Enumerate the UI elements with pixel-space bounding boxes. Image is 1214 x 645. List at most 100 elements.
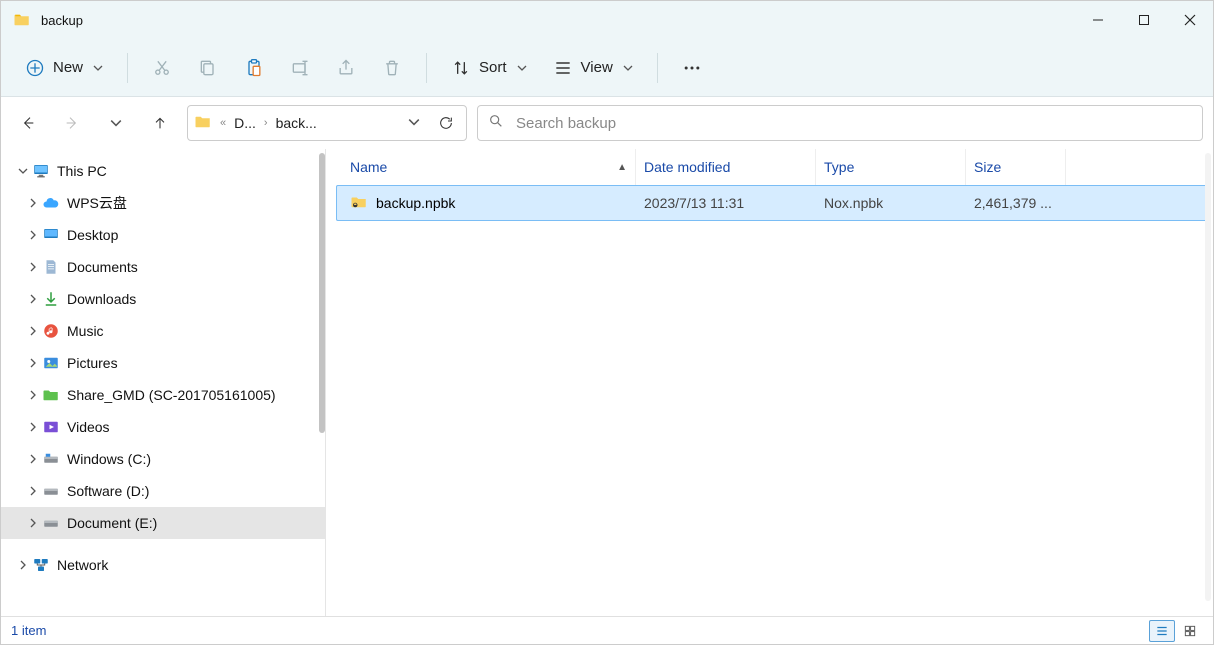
search-icon <box>488 113 504 134</box>
drive-icon <box>41 513 61 533</box>
chevron-right-icon: › <box>262 117 270 129</box>
network-icon <box>31 555 51 575</box>
forward-button[interactable] <box>55 106 89 140</box>
tree-label: Share_GMD (SC-201705161005) <box>67 387 276 403</box>
column-header-size[interactable]: Size <box>966 149 1066 185</box>
cut-button[interactable] <box>142 49 182 87</box>
expand-icon[interactable] <box>25 422 41 432</box>
vertical-scrollbar[interactable] <box>1205 153 1211 601</box>
cloud-icon <box>41 193 61 213</box>
tree-item-music[interactable]: Music <box>1 315 325 347</box>
search-input[interactable] <box>514 114 1192 133</box>
copy-button[interactable] <box>188 49 228 87</box>
tree-item-downloads[interactable]: Downloads <box>1 283 325 315</box>
tree-label: Music <box>67 323 104 339</box>
tree-label: Document (E:) <box>67 515 157 531</box>
tree-label: Downloads <box>67 291 136 307</box>
expand-icon[interactable] <box>25 454 41 464</box>
tree-label: Software (D:) <box>67 483 149 499</box>
toolbar: New Sort View <box>1 39 1213 97</box>
search-box[interactable] <box>477 105 1203 141</box>
picture-icon <box>41 353 61 373</box>
tree-item-drive-e[interactable]: Document (E:) <box>1 507 325 539</box>
file-type: Nox.npbk <box>816 195 966 211</box>
paste-button[interactable] <box>234 49 274 87</box>
tree-item-share[interactable]: Share_GMD (SC-201705161005) <box>1 379 325 411</box>
item-count: 1 item <box>11 623 46 638</box>
delete-button[interactable] <box>372 49 412 87</box>
share-button[interactable] <box>326 49 366 87</box>
document-icon <box>41 257 61 277</box>
thumbnails-view-button[interactable] <box>1177 620 1203 642</box>
navigation-bar: « D... › back... <box>1 97 1213 149</box>
tree-label: Documents <box>67 259 138 275</box>
column-header-date[interactable]: Date modified <box>636 149 816 185</box>
address-bar[interactable]: « D... › back... <box>187 105 467 141</box>
address-dropdown[interactable] <box>402 115 426 131</box>
video-icon <box>41 417 61 437</box>
expand-icon[interactable] <box>25 326 41 336</box>
chevron-down-icon <box>517 63 527 73</box>
sort-indicator-icon: ▲ <box>617 162 627 173</box>
breadcrumb-segment[interactable]: back... <box>276 115 317 131</box>
tree-item-documents[interactable]: Documents <box>1 251 325 283</box>
toolbar-divider <box>426 53 427 83</box>
tree-item-pictures[interactable]: Pictures <box>1 347 325 379</box>
expand-icon[interactable] <box>25 230 41 240</box>
minimize-button[interactable] <box>1075 1 1121 39</box>
tree-item-this-pc[interactable]: This PC <box>1 155 325 187</box>
maximize-button[interactable] <box>1121 1 1167 39</box>
expand-icon[interactable] <box>25 486 41 496</box>
expand-icon[interactable] <box>25 294 41 304</box>
file-date: 2023/7/13 11:31 <box>636 195 816 211</box>
network-folder-icon <box>41 385 61 405</box>
file-name: backup.npbk <box>376 195 455 211</box>
desktop-icon <box>41 225 61 245</box>
expand-icon[interactable] <box>25 358 41 368</box>
file-icon <box>350 193 368 214</box>
back-button[interactable] <box>11 106 45 140</box>
new-button[interactable]: New <box>15 49 113 87</box>
up-button[interactable] <box>143 106 177 140</box>
tree-item-drive-d[interactable]: Software (D:) <box>1 475 325 507</box>
tree-label: Videos <box>67 419 110 435</box>
new-label: New <box>53 59 83 76</box>
drive-icon <box>41 481 61 501</box>
collapse-icon[interactable] <box>15 166 31 176</box>
details-view-button[interactable] <box>1149 620 1175 642</box>
chevron-down-icon <box>93 63 103 73</box>
tree-item-desktop[interactable]: Desktop <box>1 219 325 251</box>
column-header-row: Name ▲ Date modified Type Size <box>326 149 1213 185</box>
column-header-name[interactable]: Name ▲ <box>342 149 636 185</box>
breadcrumb-segment[interactable]: D... <box>234 115 256 131</box>
music-icon <box>41 321 61 341</box>
tree-item-drive-c[interactable]: Windows (C:) <box>1 443 325 475</box>
tree-label: Desktop <box>67 227 118 243</box>
file-size: 2,461,379 ... <box>966 195 1066 211</box>
sidebar-scrollbar[interactable] <box>319 153 325 433</box>
expand-icon[interactable] <box>25 198 41 208</box>
expand-icon[interactable] <box>25 262 41 272</box>
sort-label: Sort <box>479 59 507 76</box>
tree-label: Network <box>57 557 108 573</box>
rename-button[interactable] <box>280 49 320 87</box>
view-button[interactable]: View <box>543 49 643 87</box>
status-bar: 1 item <box>1 616 1213 644</box>
window-title: backup <box>41 13 83 28</box>
expand-icon[interactable] <box>25 518 41 528</box>
sort-button[interactable]: Sort <box>441 49 537 87</box>
tree-item-network[interactable]: Network <box>1 549 325 581</box>
tree-item-videos[interactable]: Videos <box>1 411 325 443</box>
tree-item-wps[interactable]: WPS云盘 <box>1 187 325 219</box>
file-row[interactable]: backup.npbk 2023/7/13 11:31 Nox.npbk 2,4… <box>336 185 1207 221</box>
tree-label: This PC <box>57 163 107 179</box>
refresh-button[interactable] <box>432 115 460 131</box>
close-button[interactable] <box>1167 1 1213 39</box>
expand-icon[interactable] <box>25 390 41 400</box>
chevron-left-icon: « <box>218 117 228 129</box>
monitor-icon <box>31 161 51 181</box>
column-header-type[interactable]: Type <box>816 149 966 185</box>
more-button[interactable] <box>672 49 712 87</box>
expand-icon[interactable] <box>15 560 31 570</box>
recent-locations-button[interactable] <box>99 106 133 140</box>
